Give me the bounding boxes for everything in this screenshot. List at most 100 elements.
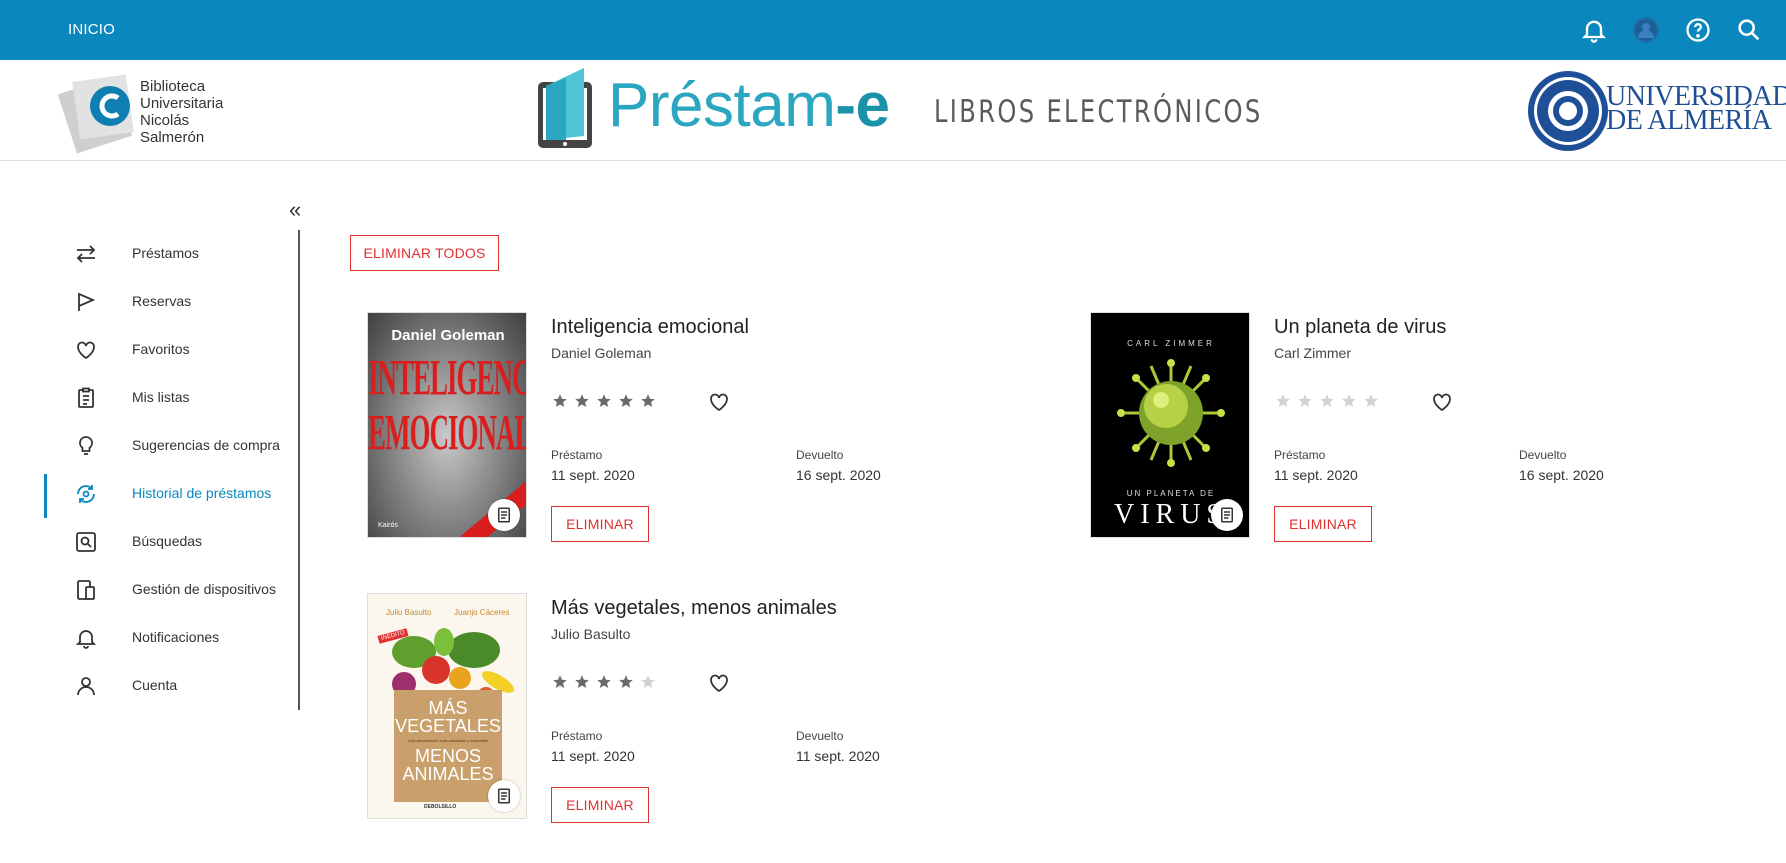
ebook-format-icon [488,780,520,812]
home-link[interactable]: INICIO [68,21,115,38]
sidebar-item-label: Reservas [132,293,192,309]
sidebar-item-label: Mis listas [132,389,190,405]
top-bar: INICIO [0,0,1786,60]
header-banner: Biblioteca Universitaria Nicolás Salmeró… [0,60,1786,161]
book-author[interactable]: Carl Zimmer [1274,345,1351,361]
star-icon[interactable] [595,673,613,691]
bell-icon [74,626,98,650]
star-icon[interactable] [617,392,635,410]
sidebar-item-label: Sugerencias de compra [132,437,280,453]
star-rating [1274,392,1380,410]
book-cover[interactable]: CARL ZIMMER UN PLANETA DE VIRUS [1090,312,1250,538]
sidebar-item-sugerencias[interactable]: Sugerencias de compra [44,422,294,470]
book-author[interactable]: Julio Basulto [551,626,630,642]
delete-button[interactable]: ELIMINAR [1274,506,1372,542]
star-icon[interactable] [617,673,635,691]
bell-icon[interactable] [1580,16,1608,44]
star-icon[interactable] [551,392,569,410]
star-icon[interactable] [1318,392,1336,410]
sidebar-item-label: Gestión de dispositivos [132,581,276,597]
library-name: Biblioteca Universitaria Nicolás Salmeró… [140,78,223,146]
collapse-sidebar-button[interactable]: « [289,199,301,221]
book-cover[interactable]: Julio Basulto Juanjo Cáceres INÉDITO MÁS… [367,593,527,819]
loan-label: Préstamo [551,448,603,462]
star-icon[interactable] [551,673,569,691]
favorite-heart-icon[interactable] [707,390,731,414]
cover-title-line: INTELIGENCIA [368,349,526,407]
book-card: Daniel Goleman INTELIGENCIA EMOCIONAL Ka… [367,312,1047,542]
history-icon [74,482,98,506]
star-icon[interactable] [573,673,591,691]
book-author[interactable]: Daniel Goleman [551,345,651,361]
swap-arrows-icon [74,242,98,266]
university-seal-icon[interactable] [1527,70,1609,152]
sidebar-item-dispositivos[interactable]: Gestión de dispositivos [44,566,294,614]
returned-label: Devuelto [1519,448,1567,462]
returned-date: 16 sept. 2020 [796,467,881,483]
ebook-format-icon [1211,499,1243,531]
search-icon[interactable] [1735,16,1763,44]
delete-all-button[interactable]: ELIMINAR TODOS [350,235,499,271]
app-title: Préstam-e [608,71,890,141]
sidebar-item-label: Notificaciones [132,629,220,645]
sidebar-item-cuenta[interactable]: Cuenta [44,662,294,710]
ebook-format-icon [488,499,520,531]
star-icon[interactable] [1340,392,1358,410]
app-subtitle: LIBROS ELECTRÓNICOS [934,94,1263,130]
sidebar-item-reservas[interactable]: Reservas [44,278,294,326]
loan-label: Préstamo [1274,448,1326,462]
user-avatar-icon[interactable] [1632,16,1660,44]
book-cover[interactable]: Daniel Goleman INTELIGENCIA EMOCIONAL Ka… [367,312,527,538]
sidebar-item-prestamos[interactable]: Préstamos [44,230,294,278]
loan-date: 11 sept. 2020 [551,467,635,483]
star-icon[interactable] [1274,392,1292,410]
book-title[interactable]: Un planeta de virus [1274,316,1446,339]
app-title-suffix: -e [835,71,890,140]
book-card: Julio Basulto Juanjo Cáceres INÉDITO MÁS… [367,593,1047,823]
sidebar-item-label: Préstamos [132,245,199,261]
star-icon[interactable] [573,392,591,410]
star-rating [551,392,657,410]
sidebar-item-mis-listas[interactable]: Mis listas [44,374,294,422]
delete-button[interactable]: ELIMINAR [551,506,649,542]
university-name-line: DE ALMERÍA [1606,105,1772,136]
returned-label: Devuelto [796,448,844,462]
cover-tagline: Una alimentación más saludable y sosteni… [407,738,489,743]
search-box-icon [74,530,98,554]
sidebar-item-favoritos[interactable]: Favoritos [44,326,294,374]
flag-icon [74,290,98,314]
cover-title-line: EMOCIONAL [368,404,527,462]
library-name-line: Biblioteca [140,78,206,95]
favorite-heart-icon[interactable] [1430,390,1454,414]
sidebar-item-notificaciones[interactable]: Notificaciones [44,614,294,662]
returned-date: 16 sept. 2020 [1519,467,1604,483]
sidebar-item-historial[interactable]: Historial de préstamos [44,470,294,518]
sidebar-divider [298,230,300,710]
sidebar-nav: Préstamos Reservas Favoritos Mis listas … [44,230,294,710]
loan-date: 11 sept. 2020 [551,748,635,764]
favorite-heart-icon[interactable] [707,671,731,695]
lightbulb-icon [74,434,98,458]
star-icon[interactable] [639,392,657,410]
devices-icon [74,578,98,602]
star-icon[interactable] [639,673,657,691]
returned-date: 11 sept. 2020 [796,748,880,764]
star-icon[interactable] [1296,392,1314,410]
help-icon[interactable] [1684,16,1712,44]
book-title[interactable]: Más vegetales, menos animales [551,597,837,620]
book-title[interactable]: Inteligencia emocional [551,316,749,339]
tablet-book-icon [536,64,598,152]
cover-author: Daniel Goleman [391,327,505,344]
star-icon[interactable] [1362,392,1380,410]
delete-button[interactable]: ELIMINAR [551,787,649,823]
cover-publisher: Kairós [378,522,398,529]
star-rating [551,673,657,691]
cover-publisher: DEBOLSILLO [424,804,457,810]
sidebar-item-label: Favoritos [132,341,190,357]
star-icon[interactable] [595,392,613,410]
loan-label: Préstamo [551,729,603,743]
sidebar-item-label: Búsquedas [132,533,203,549]
sidebar-item-label: Cuenta [132,677,178,693]
sidebar-item-busquedas[interactable]: Búsquedas [44,518,294,566]
university-name: UNIVERSIDAD DE ALMERÍA [1606,83,1786,136]
